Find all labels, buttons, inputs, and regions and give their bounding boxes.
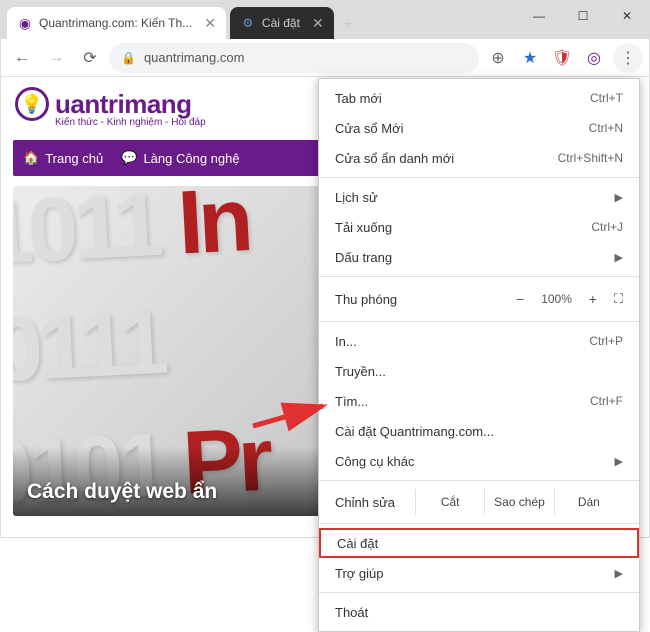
extension-icons: ⊕ ★ 🛡 ◎ <box>483 43 609 73</box>
nav-tech[interactable]: 💬 Làng Công nghệ <box>121 150 239 166</box>
menu-exit[interactable]: Thoát <box>319 597 639 627</box>
chevron-right-icon: ▶ <box>615 455 623 468</box>
edit-cut-button[interactable]: Cắt <box>415 489 484 515</box>
tab-strip: ◉ Quantrimang.com: Kiến Th... ✕ ⚙ Cài đặ… <box>1 1 517 39</box>
close-button[interactable]: ✕ <box>605 1 649 31</box>
address-bar[interactable]: 🔒 quantrimang.com <box>109 43 479 73</box>
tab-quantrimang[interactable]: ◉ Quantrimang.com: Kiến Th... ✕ <box>7 7 226 39</box>
chevron-right-icon: ▶ <box>615 567 623 580</box>
logo-text: uantrimang <box>55 89 192 120</box>
edit-label: Chỉnh sửa <box>335 495 415 510</box>
minimize-button[interactable]: — <box>517 1 561 31</box>
tab-settings[interactable]: ⚙ Cài đặt ✕ <box>230 7 334 39</box>
gear-icon: ⚙ <box>240 15 256 31</box>
zoom-label: Thu phóng <box>335 292 511 307</box>
nav-label: Làng Công nghệ <box>143 151 239 166</box>
menu-new-tab[interactable]: Tab mớiCtrl+T <box>319 83 639 113</box>
menu-separator <box>319 592 639 593</box>
menu-separator <box>319 177 639 178</box>
window-controls: — ☐ ✕ <box>517 1 649 31</box>
menu-more-tools[interactable]: Công cụ khác▶ <box>319 446 639 476</box>
nav-label: Trang chủ <box>45 151 103 166</box>
tab-close-icon[interactable]: ✕ <box>312 15 324 32</box>
lock-icon: 🔒 <box>121 51 136 65</box>
menu-edit-row: Chỉnh sửa Cắt Sao chép Dán <box>319 485 639 519</box>
zoom-out-button[interactable]: − <box>511 291 529 307</box>
menu-downloads[interactable]: Tải xuốngCtrl+J <box>319 212 639 242</box>
tab-title: Quantrimang.com: Kiến Th... <box>39 16 192 30</box>
shield-icon[interactable]: 🛡 <box>547 43 577 73</box>
menu-history[interactable]: Lịch sử▶ <box>319 182 639 212</box>
menu-new-window[interactable]: Cửa sổ MớiCtrl+N <box>319 113 639 143</box>
add-to-icon[interactable]: ⊕ <box>483 43 513 73</box>
menu-button[interactable]: ⋮ <box>613 43 643 73</box>
tab-title: Cài đặt <box>262 16 300 30</box>
home-icon: 🏠 <box>23 150 39 166</box>
reload-button[interactable]: ⟳ <box>75 43 105 73</box>
menu-separator <box>319 523 639 524</box>
profile-icon[interactable]: ◎ <box>579 43 609 73</box>
zoom-value: 100% <box>541 292 572 306</box>
hero-title: Cách duyệt web ẩn <box>27 480 217 504</box>
nav-home[interactable]: 🏠 Trang chủ <box>23 150 103 166</box>
chevron-right-icon: ▶ <box>615 251 623 264</box>
titlebar: ◉ Quantrimang.com: Kiến Th... ✕ ⚙ Cài đặ… <box>1 1 649 39</box>
menu-cast[interactable]: Truyền... <box>319 356 639 386</box>
fullscreen-button[interactable]: ⛶ <box>614 291 623 307</box>
menu-settings[interactable]: Cài đặt <box>319 528 639 558</box>
chat-icon: 💬 <box>121 150 137 166</box>
menu-install[interactable]: Cài đặt Quantrimang.com... <box>319 416 639 446</box>
menu-separator <box>319 276 639 277</box>
zoom-in-button[interactable]: + <box>584 291 602 307</box>
edit-copy-button[interactable]: Sao chép <box>484 489 553 515</box>
forward-button[interactable]: → <box>41 43 71 73</box>
menu-bookmarks[interactable]: Dấu trang▶ <box>319 242 639 272</box>
maximize-button[interactable]: ☐ <box>561 1 605 31</box>
menu-help[interactable]: Trợ giúp▶ <box>319 558 639 588</box>
menu-separator <box>319 321 639 322</box>
url-text: quantrimang.com <box>144 50 244 65</box>
tab-close-icon[interactable]: ✕ <box>204 15 216 32</box>
menu-separator <box>319 480 639 481</box>
edit-paste-button[interactable]: Dán <box>554 489 623 515</box>
logo-bulb-icon: 💡 <box>15 87 49 121</box>
menu-incognito[interactable]: Cửa sổ ẩn danh mớiCtrl+Shift+N <box>319 143 639 173</box>
back-button[interactable]: ← <box>7 43 37 73</box>
new-tab-button[interactable]: + <box>334 11 362 39</box>
favicon-quantrimang: ◉ <box>17 15 33 31</box>
menu-zoom: Thu phóng − 100% + ⛶ <box>319 281 639 317</box>
chevron-right-icon: ▶ <box>615 191 623 204</box>
menu-print[interactable]: In...Ctrl+P <box>319 326 639 356</box>
toolbar: ← → ⟳ 🔒 quantrimang.com ⊕ ★ 🛡 ◎ ⋮ <box>1 39 649 77</box>
menu-find[interactable]: Tìm...Ctrl+F <box>319 386 639 416</box>
star-icon[interactable]: ★ <box>515 43 545 73</box>
chrome-menu: Tab mớiCtrl+T Cửa sổ MớiCtrl+N Cửa sổ ẩn… <box>318 78 640 632</box>
